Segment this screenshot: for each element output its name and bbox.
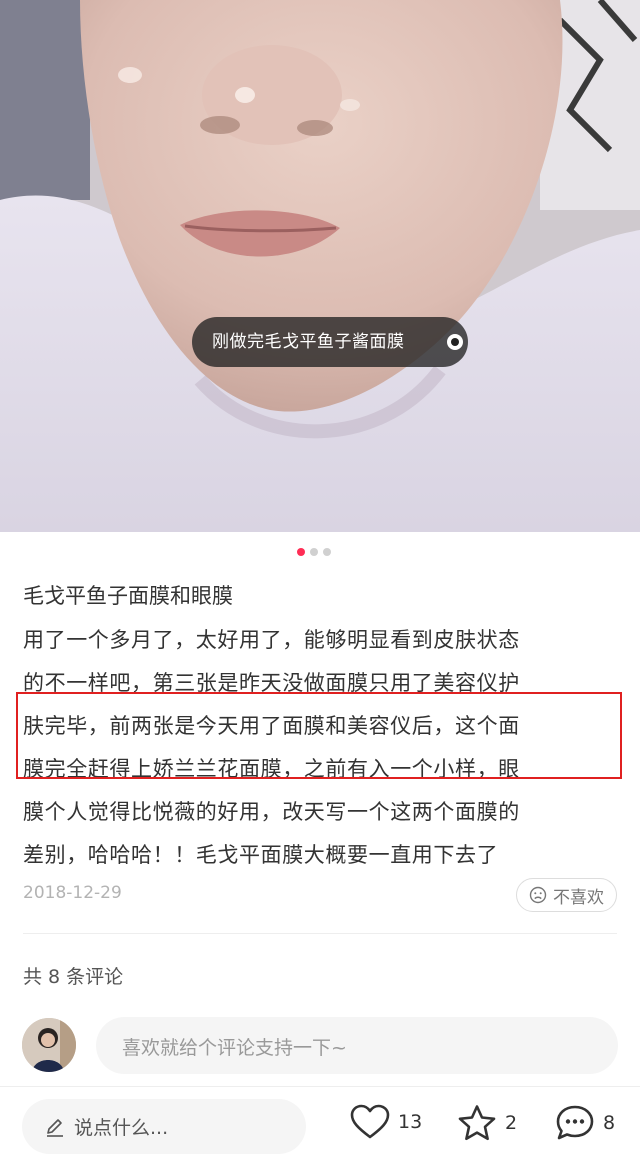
comment-input[interactable]: 喜欢就给个评论支持一下~	[96, 1017, 618, 1074]
photo-tag[interactable]: 刚做完毛戈平鱼子酱面膜	[192, 317, 468, 367]
pencil-icon	[47, 1118, 63, 1137]
carousel-dot	[297, 548, 305, 556]
bottom-bar-divider	[0, 1086, 640, 1087]
photo-tag-dot-icon[interactable]	[447, 334, 463, 350]
post-title: 毛戈平鱼子面膜和眼膜	[23, 584, 233, 608]
photo-tag-label: 刚做完毛戈平鱼子酱面膜	[212, 332, 405, 352]
face-photo-illustration	[0, 0, 640, 532]
comment-bubble-icon	[556, 1105, 594, 1140]
post-body-line: 差别，哈哈哈！！毛戈平面膜大概要一直用下去了	[23, 843, 499, 867]
dislike-button[interactable]: 不喜欢	[516, 878, 617, 912]
favorite-button[interactable]: 2	[457, 1104, 517, 1142]
avatar-image	[22, 1018, 76, 1072]
carousel-indicator	[297, 548, 331, 556]
heart-icon	[350, 1104, 390, 1139]
carousel-dot	[323, 548, 331, 556]
dislike-label: 不喜欢	[553, 887, 604, 908]
comment-count: 共 8 条评论	[23, 966, 124, 988]
say-something-input[interactable]: 说点什么...	[22, 1099, 306, 1154]
sad-face-icon	[529, 886, 547, 904]
post-photo[interactable]	[0, 0, 640, 532]
divider	[23, 933, 617, 934]
carousel-dot	[310, 548, 318, 556]
highlight-box	[16, 692, 622, 779]
post-body-line: 膜个人觉得比悦薇的好用，改天写一个这两个面膜的	[23, 800, 520, 824]
say-something-placeholder: 说点什么...	[74, 1117, 169, 1139]
favorite-count: 2	[505, 1112, 518, 1134]
avatar[interactable]	[22, 1018, 76, 1072]
post-date: 2018-12-29	[23, 883, 122, 903]
comment-input-placeholder: 喜欢就给个评论支持一下~	[122, 1037, 347, 1059]
like-button[interactable]: 13	[350, 1104, 422, 1140]
post-body-line: 用了一个多月了，太好用了，能够明显看到皮肤状态	[23, 628, 520, 652]
like-count: 13	[398, 1111, 423, 1133]
comment-button[interactable]: 8	[555, 1104, 615, 1142]
comment-count-badge: 8	[603, 1112, 616, 1134]
star-icon	[458, 1105, 496, 1141]
